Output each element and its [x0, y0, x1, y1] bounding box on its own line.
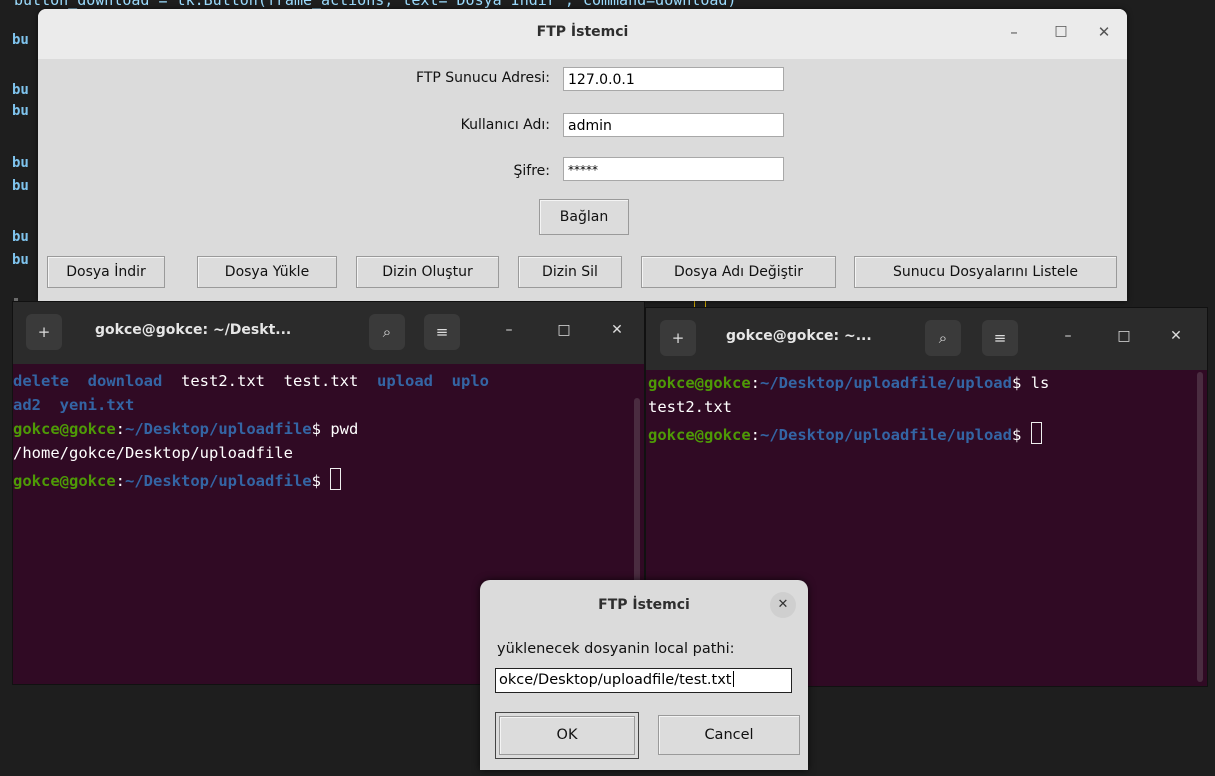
- text-caret: [732, 671, 734, 687]
- new-tab-icon[interactable]: +: [660, 320, 696, 356]
- upload-path-dialog: FTP İstemci ✕ yüklenecek dosyanin local …: [480, 580, 808, 770]
- scrollbar[interactable]: [1197, 372, 1203, 682]
- close-icon[interactable]: ✕: [1166, 328, 1186, 344]
- terminal-prompt-line: gokce@gokce:~/Desktop/uploadfile$ pwd: [13, 420, 358, 438]
- cursor-block: [1030, 422, 1042, 444]
- prompt-path: ~/Desktop/uploadfile/upload: [760, 426, 1012, 444]
- terminal-output-line: delete download test2.txt test.txt uploa…: [13, 372, 489, 390]
- username-input[interactable]: admin: [563, 113, 784, 137]
- dir-entry: yeni.txt: [59, 396, 135, 414]
- terminal-prompt-line: gokce@gokce:~/Desktop/uploadfile/upload$…: [648, 374, 1049, 392]
- prompt-separator: :: [750, 426, 760, 444]
- prompt-separator: :: [115, 420, 125, 438]
- prompt-user: gokce@gokce: [648, 374, 751, 392]
- upload-file-button[interactable]: Dosya Yükle: [197, 256, 337, 288]
- terminal-prompt-line: gokce@gokce:~/Desktop/uploadfile/upload$: [648, 422, 1042, 444]
- terminal-right-title: gokce@gokce: ~...: [726, 328, 872, 344]
- editor-top-line: button_download = tk.Button(frame_action…: [14, 0, 737, 9]
- prompt-separator: :: [750, 374, 760, 392]
- terminal-output-line: test2.txt: [648, 398, 732, 416]
- cancel-button[interactable]: Cancel: [658, 715, 800, 755]
- dir-entry: uplo: [451, 372, 489, 390]
- editor-line-fragment: bu: [12, 103, 29, 119]
- search-icon[interactable]: ⌕: [369, 314, 405, 350]
- path-input-value: okce/Desktop/uploadfile/test.txt: [499, 672, 732, 688]
- dir-entry: ad2: [13, 396, 41, 414]
- prompt-user: gokce@gokce: [648, 426, 751, 444]
- delete-directory-button[interactable]: Dizin Sil: [518, 256, 622, 288]
- username-label: Kullanıcı Adı:: [460, 117, 550, 133]
- create-directory-button[interactable]: Dizin Oluştur: [356, 256, 499, 288]
- ok-button[interactable]: OK: [499, 716, 635, 755]
- password-input[interactable]: *****: [563, 157, 784, 181]
- terminal-right-headerbar[interactable]: + gokce@gokce: ~... ⌕ ≡ – □ ✕: [646, 308, 1207, 370]
- server-address-input[interactable]: 127.0.0.1: [563, 67, 784, 91]
- cursor-block: [330, 468, 342, 490]
- terminal-output-line: ad2 yeni.txt: [13, 396, 134, 414]
- menu-icon[interactable]: ≡: [424, 314, 460, 350]
- maximize-icon[interactable]: □: [554, 322, 574, 338]
- minimize-button[interactable]: –: [1004, 23, 1024, 41]
- editor-line-fragment: bu: [12, 229, 29, 245]
- terminal-output-line: /home/gokce/Desktop/uploadfile: [13, 444, 293, 462]
- editor-line-fragment: bu: [12, 82, 29, 98]
- prompt-user: gokce@gokce: [13, 420, 116, 438]
- maximize-button[interactable]: □: [1051, 23, 1071, 39]
- prompt-path: ~/Desktop/uploadfile: [125, 472, 312, 490]
- file-entry: test2.txt: [181, 372, 265, 390]
- connect-button[interactable]: Bağlan: [539, 199, 629, 235]
- menu-icon[interactable]: ≡: [982, 320, 1018, 356]
- minimize-icon[interactable]: –: [1058, 328, 1078, 344]
- minimize-icon[interactable]: –: [499, 322, 519, 338]
- ok-button-focus-ring: OK: [495, 712, 639, 759]
- close-button[interactable]: ✕: [1094, 23, 1114, 41]
- terminal-left-headerbar[interactable]: + gokce@gokce: ~/Deskt... ⌕ ≡ – □ ✕: [13, 302, 644, 364]
- ftp-titlebar[interactable]: FTP İstemci – □ ✕: [38, 9, 1127, 59]
- prompt-symbol: $: [1011, 426, 1022, 444]
- search-icon[interactable]: ⌕: [925, 320, 961, 356]
- file-entry: test.txt: [283, 372, 359, 390]
- dialog-close-button[interactable]: ✕: [770, 592, 796, 618]
- terminal-left-title: gokce@gokce: ~/Deskt...: [95, 322, 292, 338]
- dir-entry: download: [87, 372, 163, 390]
- command-text: ls: [1021, 374, 1050, 392]
- password-label: Şifre:: [513, 163, 550, 179]
- dir-entry: delete: [13, 372, 69, 390]
- prompt-separator: :: [115, 472, 125, 490]
- maximize-icon[interactable]: □: [1114, 328, 1134, 344]
- editor-line-fragment: bu: [12, 252, 29, 268]
- editor-line-fragment: bu: [12, 32, 29, 48]
- command-text: pwd: [320, 420, 359, 438]
- window-title: FTP İstemci: [536, 24, 629, 40]
- rename-file-button[interactable]: Dosya Adı Değiştir: [641, 256, 836, 288]
- list-server-files-button[interactable]: Sunucu Dosyalarını Listele: [854, 256, 1117, 288]
- new-tab-icon[interactable]: +: [26, 314, 62, 350]
- prompt-symbol: $: [1011, 374, 1022, 392]
- ftp-client-window: FTP İstemci – □ ✕ FTP Sunucu Adresi: 127…: [38, 9, 1127, 301]
- prompt-symbol: $: [311, 420, 321, 438]
- dir-entry: upload: [377, 372, 433, 390]
- close-icon[interactable]: ✕: [607, 322, 627, 338]
- editor-line-fragment: bu: [12, 178, 29, 194]
- dialog-prompt: yüklenecek dosyanin local pathi:: [497, 641, 735, 657]
- prompt-path: ~/Desktop/uploadfile/upload: [760, 374, 1012, 392]
- prompt-path: ~/Desktop/uploadfile: [125, 420, 312, 438]
- dialog-title: FTP İstemci: [598, 597, 690, 613]
- path-input[interactable]: okce/Desktop/uploadfile/test.txt: [495, 668, 792, 693]
- prompt-user: gokce@gokce: [13, 472, 116, 490]
- prompt-symbol: $: [311, 472, 321, 490]
- server-address-label: FTP Sunucu Adresi:: [416, 70, 550, 86]
- terminal-prompt-line: gokce@gokce:~/Desktop/uploadfile$: [13, 468, 342, 490]
- download-file-button[interactable]: Dosya İndir: [47, 256, 165, 288]
- editor-line-fragment: bu: [12, 155, 29, 171]
